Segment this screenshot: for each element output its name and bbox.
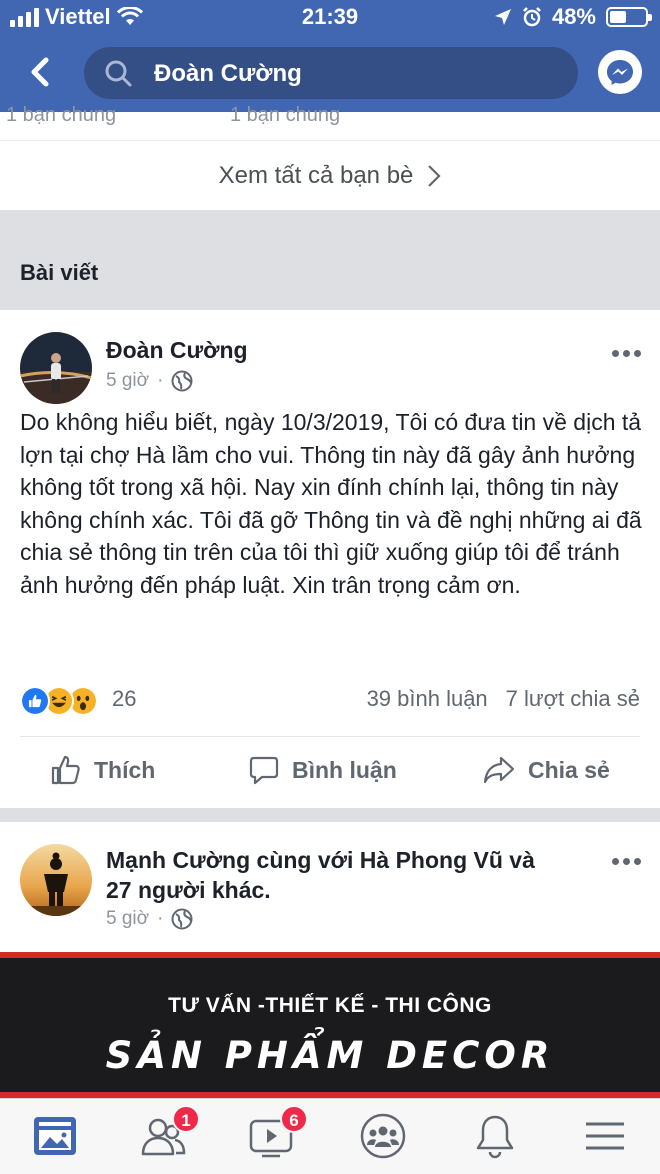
globe-icon <box>171 908 193 930</box>
like-label: Thích <box>94 756 156 783</box>
see-all-friends-button[interactable]: Xem tất cả bạn bè <box>0 140 660 210</box>
share-arrow-icon <box>483 756 515 784</box>
globe-icon <box>171 370 193 392</box>
post-image[interactable]: TƯ VẤN -THIẾT KẾ - THI CÔNG SẢN PHẨM DEC… <box>0 952 660 1098</box>
more-options-button[interactable] <box>612 350 641 357</box>
post-meta: 5 giờ · <box>106 908 193 930</box>
location-arrow-icon <box>494 9 511 25</box>
battery-icon <box>606 7 652 27</box>
watch-badge: 6 <box>280 1105 308 1133</box>
battery-percent: 48% <box>551 4 596 29</box>
divider <box>20 736 640 737</box>
image-caption: TƯ VẤN -THIẾT KẾ - THI CÔNG <box>168 994 492 1017</box>
post-author-continued[interactable]: 27 người khác. <box>106 874 271 906</box>
post-card: Đoàn Cường 5 giờ · Do không hiểu biết, n… <box>0 310 660 808</box>
reaction-count[interactable]: 26 <box>112 686 136 712</box>
chevron-right-icon <box>428 164 441 187</box>
messenger-icon <box>607 60 633 85</box>
tab-notifications[interactable] <box>470 1111 522 1163</box>
news-feed-icon <box>34 1117 76 1155</box>
post-author[interactable]: Đoàn Cường <box>106 334 248 366</box>
post-card: Mạnh Cường cùng với Hà Phong Vũ và 27 ng… <box>0 822 660 952</box>
separator-dot: · <box>157 908 164 929</box>
menu-icon <box>586 1122 624 1150</box>
comment-count[interactable]: 39 bình luận <box>367 686 488 712</box>
bottom-tab-bar: 1 6 <box>0 1098 660 1174</box>
notifications-icon <box>476 1115 514 1159</box>
thumbs-up-icon <box>51 755 80 785</box>
section-title: Bài viết <box>20 260 99 285</box>
search-query: Đoàn Cường <box>154 60 302 87</box>
tab-friend-requests[interactable]: 1 <box>138 1105 200 1163</box>
share-count[interactable]: 7 lượt chia sẻ <box>506 686 640 712</box>
more-options-button[interactable] <box>612 858 641 865</box>
tab-groups[interactable] <box>358 1111 410 1163</box>
like-button[interactable]: Thích <box>50 754 155 786</box>
see-all-friends-label: Xem tất cả bạn bè <box>218 161 414 189</box>
post-text: Do không hiểu biết, ngày 10/3/2019, Tôi … <box>20 409 642 598</box>
separator-dot: · <box>157 370 164 391</box>
post-stats: 26 39 bình luận 7 lượt chia sẻ <box>20 682 640 722</box>
comment-label: Bình luận <box>292 756 397 783</box>
post-meta: 5 giờ · <box>106 370 193 392</box>
tab-watch[interactable]: 6 <box>246 1105 308 1163</box>
avatar[interactable] <box>20 332 92 404</box>
mutual-friends-count: 1 bạn chung <box>230 104 341 126</box>
image-headline: SẢN PHẨM DECOR <box>105 1034 555 1077</box>
back-arrow-icon[interactable] <box>22 52 62 92</box>
search-icon <box>105 60 132 87</box>
messenger-button[interactable] <box>598 50 642 94</box>
post-author[interactable]: Mạnh Cường cùng với Hà Phong Vũ và <box>106 844 535 876</box>
groups-icon <box>360 1113 406 1159</box>
status-bar: Viettel 21:39 48% <box>0 0 660 34</box>
search-bar[interactable]: Đoàn Cường <box>84 47 578 99</box>
post-actions: Thích Bình luận Chia sẻ <box>0 738 660 808</box>
friend-requests-badge: 1 <box>172 1105 200 1133</box>
comment-icon <box>249 756 279 785</box>
like-reaction-icon <box>20 686 50 716</box>
comment-button[interactable]: Bình luận <box>248 754 397 786</box>
alarm-icon <box>523 7 541 27</box>
top-bar: Viettel 21:39 48% Đoàn Cường <box>0 0 660 112</box>
posts-section-header: Bài viết <box>0 210 660 310</box>
post-time: 5 giờ <box>106 370 150 391</box>
share-label: Chia sẻ <box>528 756 610 783</box>
post-time: 5 giờ <box>106 908 150 929</box>
avatar[interactable] <box>20 844 92 916</box>
tab-menu[interactable] <box>580 1111 632 1163</box>
feed-divider <box>0 808 660 822</box>
share-button[interactable]: Chia sẻ <box>482 754 610 786</box>
mutual-friends-count: 1 bạn chung <box>6 104 117 126</box>
tab-news-feed[interactable] <box>30 1111 82 1163</box>
